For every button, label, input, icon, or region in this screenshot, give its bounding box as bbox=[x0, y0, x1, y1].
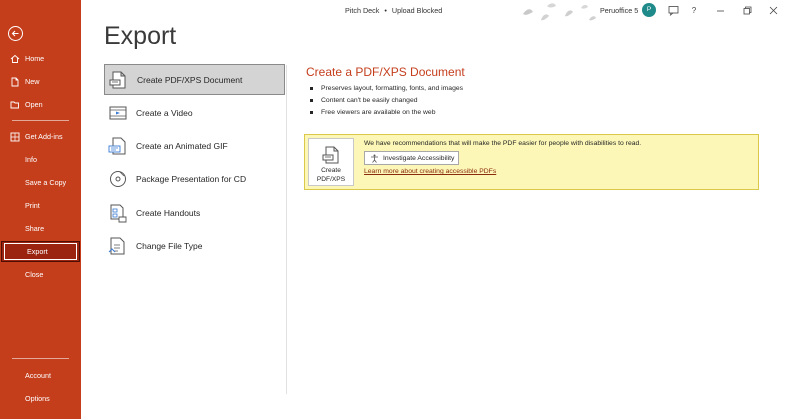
nav-get-add-ins[interactable]: Get Add-ins bbox=[0, 126, 81, 147]
list-item: Preserves layout, formatting, fonts, and… bbox=[310, 83, 463, 95]
detail-title: Create a PDF/XPS Document bbox=[306, 65, 465, 79]
gif-icon bbox=[107, 135, 129, 157]
home-icon bbox=[10, 54, 20, 64]
list-item: Free viewers are available on the web bbox=[310, 107, 463, 119]
accessibility-icon bbox=[370, 154, 379, 163]
help-button[interactable]: ? bbox=[687, 3, 701, 17]
back-arrow-icon bbox=[11, 30, 19, 37]
nav-new[interactable]: New bbox=[0, 71, 81, 92]
option-change-file-type[interactable]: Change File Type bbox=[104, 230, 285, 261]
option-create-handouts[interactable]: Create Handouts bbox=[104, 197, 285, 228]
restore-icon bbox=[743, 6, 751, 14]
cd-package-icon bbox=[107, 168, 129, 190]
investigate-accessibility-button[interactable]: Investigate Accessibility bbox=[364, 151, 459, 165]
nav-options[interactable]: Options bbox=[0, 388, 81, 409]
folder-open-icon bbox=[10, 100, 20, 110]
option-create-pdf-xps[interactable]: Create PDF/XPS Document bbox=[104, 64, 285, 95]
learn-more-link[interactable]: Learn more about creating accessible PDF… bbox=[364, 168, 496, 175]
pdf-document-icon bbox=[108, 69, 130, 91]
coauthor-icon[interactable] bbox=[666, 3, 680, 17]
page-title: Export bbox=[104, 22, 177, 50]
option-create-animated-gif[interactable]: Create an Animated GIF bbox=[104, 130, 285, 161]
handouts-icon bbox=[107, 202, 129, 224]
sidebar-divider-bottom bbox=[12, 358, 69, 359]
help-icon: ? bbox=[691, 5, 697, 15]
add-ins-grid-icon bbox=[10, 132, 20, 142]
nav-home[interactable]: Home bbox=[0, 48, 81, 69]
create-pdf-xps-button[interactable]: Create PDF/XPS bbox=[308, 138, 354, 186]
document-title: Pitch Deck • Upload Blocked bbox=[345, 6, 443, 15]
nav-close[interactable]: Close bbox=[0, 264, 81, 285]
sidebar-divider bbox=[12, 120, 69, 121]
minimize-button[interactable] bbox=[713, 3, 727, 17]
change-file-type-icon bbox=[107, 235, 129, 257]
list-item: Content can't be easily changed bbox=[310, 95, 463, 107]
close-window-button[interactable] bbox=[766, 3, 780, 17]
feature-list: Preserves layout, formatting, fonts, and… bbox=[310, 83, 463, 119]
nav-info[interactable]: Info bbox=[0, 149, 81, 170]
decorative-leaves-icon bbox=[523, 3, 596, 21]
pdf-document-icon bbox=[322, 146, 339, 164]
nav-export[interactable]: Export bbox=[1, 241, 80, 262]
user-name[interactable]: Peruoffice 5 bbox=[600, 6, 638, 15]
nav-open[interactable]: Open bbox=[0, 94, 81, 115]
option-create-video[interactable]: Create a Video bbox=[104, 97, 285, 128]
restore-button[interactable] bbox=[740, 3, 754, 17]
nav-account[interactable]: Account bbox=[0, 365, 81, 386]
nav-save-a-copy[interactable]: Save a Copy bbox=[0, 172, 81, 193]
create-button-label: Create PDF/XPS bbox=[316, 167, 346, 183]
avatar[interactable]: P bbox=[642, 3, 656, 17]
minimize-icon bbox=[716, 10, 724, 11]
pane-divider bbox=[286, 65, 287, 394]
back-button[interactable] bbox=[8, 26, 23, 41]
option-package-for-cd[interactable]: Package Presentation for CD bbox=[104, 163, 285, 194]
recommendation-text: We have recommendations that will make t… bbox=[364, 140, 642, 147]
backstage-sidebar: Home New Open Get Add-ins Info Save a Co… bbox=[0, 0, 81, 419]
new-document-icon bbox=[10, 77, 20, 87]
video-icon bbox=[107, 102, 129, 124]
title-bar: Pitch Deck • Upload Blocked Peruoffice 5… bbox=[81, 0, 787, 21]
accessibility-recommendation-box: Create PDF/XPS We have recommendations t… bbox=[304, 134, 759, 190]
close-icon bbox=[769, 6, 777, 14]
nav-print[interactable]: Print bbox=[0, 195, 81, 216]
nav-share[interactable]: Share bbox=[0, 218, 81, 239]
